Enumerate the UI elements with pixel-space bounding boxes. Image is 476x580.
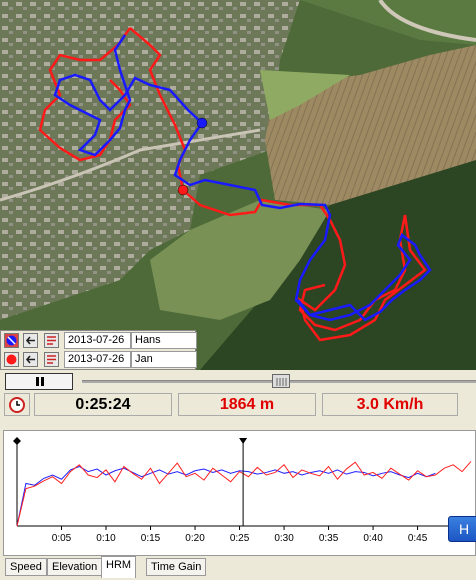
hrm-chart-panel: 0:050:100:150:200:250:300:350:400:450:50	[3, 430, 476, 556]
visibility-icon[interactable]	[4, 352, 19, 367]
x-tick-label: 0:20	[185, 533, 205, 544]
participant-name: Hans	[131, 332, 197, 349]
pause-icon	[36, 377, 44, 386]
marker-hans[interactable]	[196, 117, 208, 129]
x-tick-label: 0:05	[52, 533, 72, 544]
distance-value: 1864 m	[178, 393, 316, 416]
start-marker	[13, 437, 21, 445]
x-tick-label: 0:35	[319, 533, 339, 544]
help-button[interactable]: H	[448, 516, 476, 542]
hrm-chart[interactable]: 0:050:100:150:200:250:300:350:400:450:50	[4, 431, 475, 555]
participant-date: 2013-07-26	[64, 332, 131, 349]
clock-icon	[4, 393, 30, 416]
x-tick-label: 0:15	[141, 533, 161, 544]
timeline-slider-handle[interactable]	[271, 374, 290, 388]
list-icon[interactable]	[44, 352, 59, 367]
participant-date: 2013-07-26	[64, 351, 131, 368]
tab-speed[interactable]: Speed	[5, 558, 47, 576]
x-tick-label: 0:10	[96, 533, 116, 544]
tab-hrm[interactable]: HRM	[101, 556, 137, 578]
time-cursor-handle	[239, 438, 248, 444]
tab-time-gain[interactable]: Time Gain	[146, 558, 207, 576]
list-icon[interactable]	[44, 333, 59, 348]
participant-name: Jan	[131, 351, 197, 368]
series-line-1	[16, 465, 436, 527]
x-tick-label: 0:30	[274, 533, 294, 544]
visibility-icon[interactable]	[4, 333, 19, 348]
x-tick-label: 0:40	[363, 533, 383, 544]
speed-value: 3.0 Km/h	[322, 393, 458, 416]
x-tick-label: 0:25	[230, 533, 250, 544]
pause-button[interactable]	[5, 373, 73, 390]
legend-row-hans[interactable]: 2013-07-26 Hans	[1, 331, 197, 350]
satellite-map[interactable]	[0, 0, 476, 370]
x-tick-label: 0:45	[408, 533, 428, 544]
go-to-icon[interactable]	[23, 333, 38, 348]
participants-legend: 2013-07-26 Hans 2013-07-26 Jan	[0, 330, 197, 370]
map-view[interactable]	[0, 0, 476, 370]
marker-jan[interactable]	[177, 184, 189, 196]
go-to-icon[interactable]	[23, 352, 38, 367]
legend-row-jan[interactable]: 2013-07-26 Jan	[1, 350, 197, 369]
elapsed-time: 0:25:24	[34, 393, 172, 416]
tab-elevation[interactable]: Elevation	[47, 558, 103, 576]
